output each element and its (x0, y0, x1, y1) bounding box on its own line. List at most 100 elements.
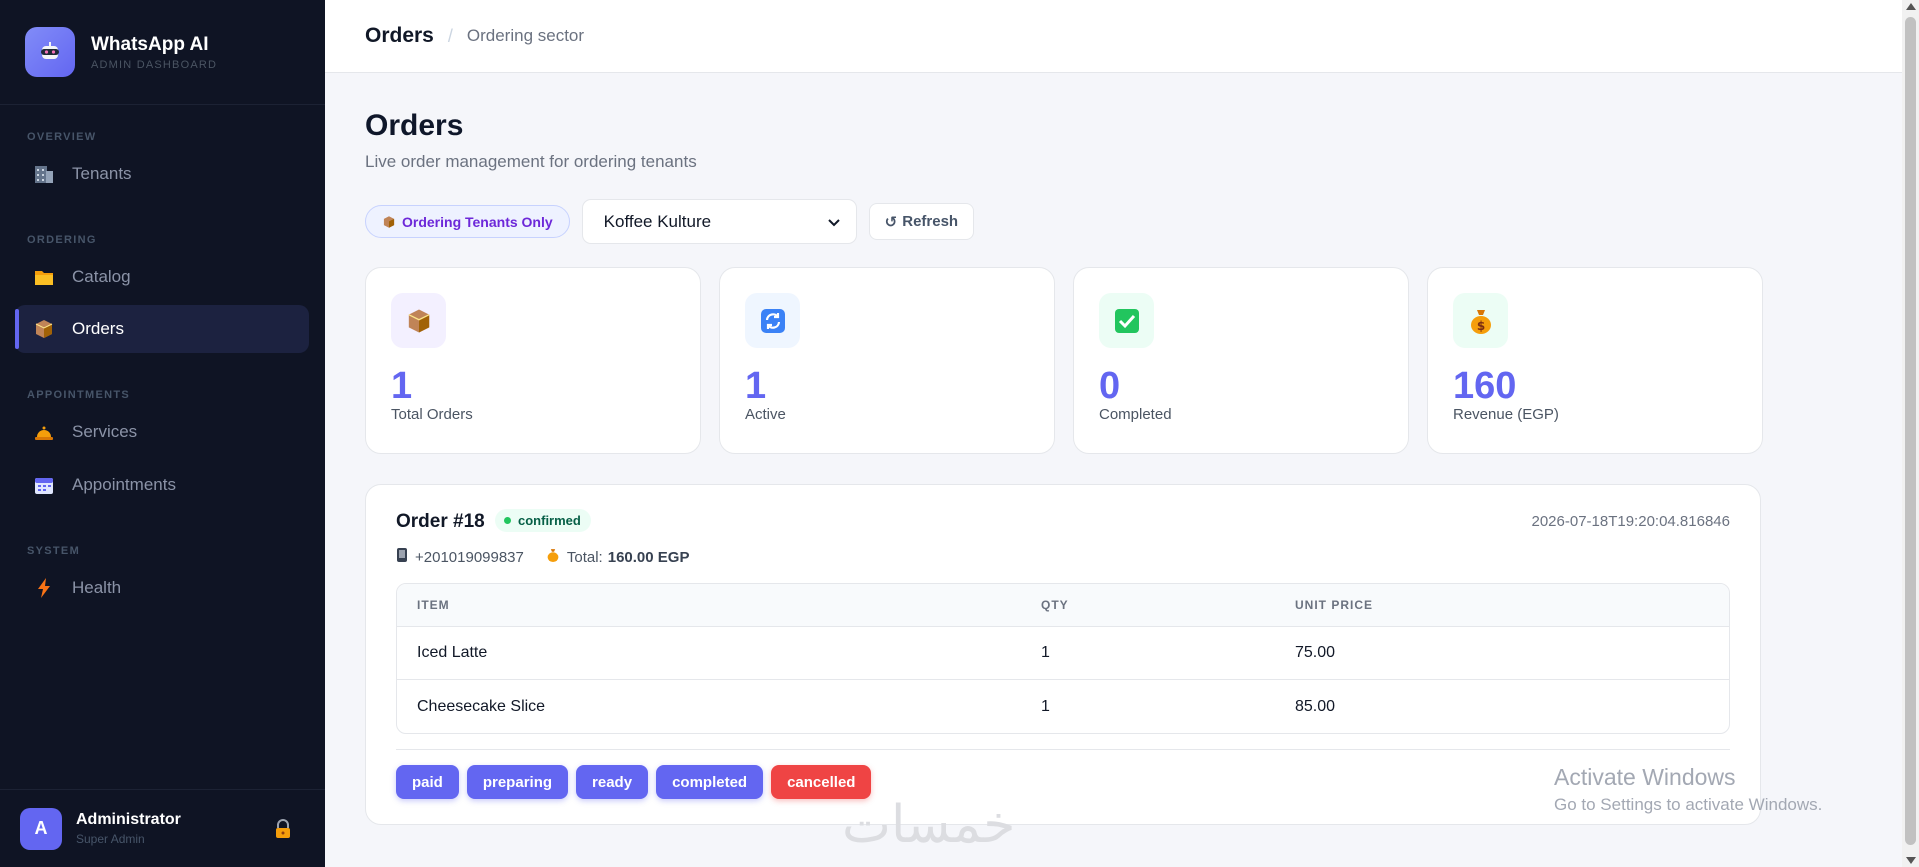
lock-icon[interactable] (273, 818, 293, 845)
item-name: Iced Latte (417, 644, 488, 661)
sidebar-item-label: Appointments (72, 475, 176, 494)
breadcrumb-separator: / (447, 25, 453, 46)
stat-value: 0 (1099, 365, 1121, 407)
sidebar-item-services[interactable]: Services (15, 408, 309, 456)
package-icon (382, 215, 396, 229)
lightning-icon (32, 576, 56, 600)
refresh-icon: ↺ (884, 213, 898, 231)
sidebar-item-catalog[interactable]: Catalog (15, 253, 309, 301)
tenant-select-value: Koffee Kulture (603, 211, 712, 231)
stats-row: 1 Total Orders 1 Active 0 Completed $ 16… (365, 267, 1763, 454)
scroll-thumb[interactable] (1905, 17, 1916, 845)
sidebar-item-label: Orders (72, 319, 124, 338)
table-row: Iced Latte 1 75.00 (397, 627, 1729, 680)
status-label: confirmed (518, 513, 581, 528)
tenant-select[interactable]: Koffee Kulture (581, 199, 857, 244)
order-items-table: ITEM QTY UNIT PRICE Iced Latte 1 75.00 C… (396, 583, 1730, 734)
mark-paid-button[interactable]: paid (396, 765, 459, 799)
money-bag-icon: $ (1453, 293, 1508, 348)
divider (396, 749, 1730, 750)
cancel-order-button[interactable]: cancelled (771, 765, 872, 799)
nav-section-overview: OVERVIEW (27, 131, 97, 143)
activation-subtitle: Go to Settings to activate Windows. (1554, 795, 1823, 814)
sidebar-item-label: Catalog (72, 267, 131, 286)
sidebar-item-label: Health (72, 578, 122, 597)
item-price: 85.00 (1295, 697, 1336, 715)
scroll-up-arrow-icon[interactable] (1906, 3, 1916, 10)
sidebar-item-orders[interactable]: Orders (15, 305, 309, 353)
total-value: 160.00 EGP (607, 548, 690, 566)
activation-title: Activate Windows (1554, 764, 1736, 790)
item-price: 75.00 (1295, 644, 1336, 661)
scroll-down-arrow-icon[interactable] (1906, 857, 1916, 864)
avatar: A (20, 807, 62, 850)
customer-phone: +201019099837 (415, 548, 524, 566)
column-header-item: ITEM (417, 598, 450, 612)
stat-card-completed: 0 Completed (1073, 267, 1409, 454)
breadcrumb-title: Orders (365, 24, 434, 47)
calendar-icon (32, 473, 56, 497)
refresh-icon (745, 293, 800, 348)
item-qty: 1 (1041, 697, 1050, 715)
brand-subtitle: ADMIN DASHBOARD (91, 58, 218, 71)
refresh-button[interactable]: ↺ Refresh (868, 203, 975, 240)
table-row: Cheesecake Slice 1 85.00 (397, 680, 1729, 733)
stat-card-total-orders: 1 Total Orders (365, 267, 701, 454)
table-header: ITEM QTY UNIT PRICE (397, 584, 1729, 627)
phone-icon (396, 547, 408, 567)
total-label: Total: (566, 548, 603, 566)
robot-icon (25, 27, 75, 77)
svg-text:$: $ (1476, 319, 1484, 333)
user-name: Administrator (76, 811, 181, 828)
bell-icon (32, 420, 56, 444)
money-bag-icon (546, 547, 560, 567)
sidebar-item-label: Tenants (72, 164, 132, 183)
sidebar: WhatsApp AI ADMIN DASHBOARD OVERVIEW Ten… (0, 0, 325, 867)
order-timestamp: 2026-07-18T19:20:04.816846 (1531, 513, 1730, 530)
nav-section-appointments: APPOINTMENTS (27, 389, 130, 401)
checkmark-icon (1099, 293, 1154, 348)
order-meta: +201019099837 Total: 160.00 EGP (396, 547, 689, 567)
nav-section-system: SYSTEM (27, 545, 81, 557)
mark-completed-button[interactable]: completed (656, 765, 764, 799)
order-actions: paid preparing ready completed cancelled (396, 765, 872, 799)
stat-label: Completed (1099, 406, 1172, 423)
stat-value: 1 (745, 365, 767, 407)
stat-label: Active (745, 406, 786, 423)
item-qty: 1 (1041, 644, 1050, 661)
column-header-unit-price: UNIT PRICE (1295, 598, 1374, 612)
brand-title: WhatsApp AI (91, 33, 209, 55)
order-title: Order #18 (396, 511, 485, 532)
sidebar-item-tenants[interactable]: Tenants (15, 150, 309, 198)
sidebar-item-appointments[interactable]: Appointments (15, 461, 309, 509)
topbar: Orders / Ordering sector (325, 0, 1902, 73)
user-role: Super Admin (76, 832, 145, 846)
status-badge: confirmed (495, 509, 591, 532)
user-profile: A Administrator Super Admin (0, 789, 325, 867)
package-icon (32, 317, 56, 341)
chevron-down-icon (827, 212, 840, 232)
ordering-tenants-filter[interactable]: Ordering Tenants Only (365, 205, 570, 238)
package-icon (391, 293, 446, 348)
vertical-scrollbar[interactable] (1902, 0, 1919, 867)
stat-card-revenue: $ 160 Revenue (EGP) (1427, 267, 1763, 454)
item-name: Cheesecake Slice (417, 697, 546, 715)
column-header-qty: QTY (1041, 598, 1069, 612)
windows-activation-notice: Activate Windows Go to Settings to activ… (1554, 764, 1822, 815)
watermark: خمسات (842, 795, 1016, 855)
mark-ready-button[interactable]: ready (576, 765, 649, 799)
stat-label: Revenue (EGP) (1453, 406, 1559, 423)
filter-label: Ordering Tenants Only (402, 213, 553, 230)
mark-preparing-button[interactable]: preparing (466, 765, 569, 799)
folder-icon (32, 265, 56, 289)
brand: WhatsApp AI ADMIN DASHBOARD (0, 0, 325, 105)
stat-value: 160 (1453, 365, 1517, 407)
sidebar-item-health[interactable]: Health (15, 564, 309, 612)
order-card: Order #18 confirmed 2026-07-18T19:20:04.… (365, 484, 1761, 825)
refresh-label: Refresh (902, 213, 959, 230)
page-title: Orders (365, 109, 464, 142)
stat-label: Total Orders (391, 406, 473, 423)
status-dot (504, 517, 511, 524)
page-subtitle: Live order management for ordering tenan… (365, 152, 697, 171)
sidebar-item-label: Services (72, 422, 138, 441)
